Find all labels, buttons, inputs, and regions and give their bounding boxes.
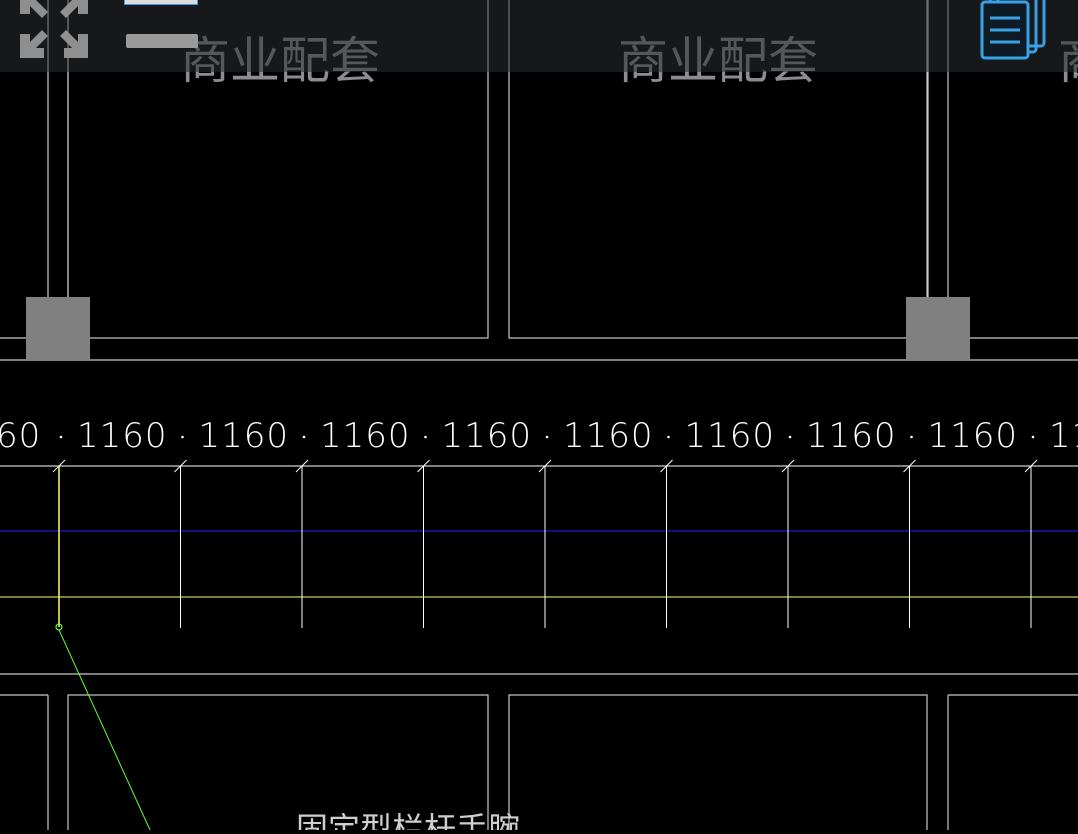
annotation-text: 固定型栏杆手腕 — [296, 810, 520, 830]
dimension-label: 1160 — [442, 416, 533, 456]
minus-icon — [126, 34, 198, 48]
leader-line — [58, 629, 151, 831]
minus-button[interactable] — [126, 34, 198, 48]
dimension-label: 1160 — [928, 416, 1019, 456]
dimension-label: 1160 — [806, 416, 897, 456]
dimension-label: 11 — [1049, 416, 1078, 456]
dimension-dot — [1031, 435, 1035, 439]
dimension-dot — [910, 435, 913, 439]
dimension-dot — [667, 435, 670, 439]
balusters — [180, 466, 1032, 628]
dimension-dot — [788, 435, 792, 439]
column-right — [906, 297, 970, 360]
dimension-label: 1160 — [77, 416, 168, 456]
document-list-icon — [980, 0, 1046, 60]
layers-button[interactable] — [124, 0, 198, 8]
dimension-label: 1160 — [199, 416, 290, 456]
dimension-labels: 60 1160 1160 1160 1160 1160 1160 1160 1160 11 — [0, 416, 1078, 456]
lower-walls — [0, 673, 1078, 834]
dimension-dot — [302, 435, 306, 439]
dimension-dot — [545, 435, 549, 439]
fullscreen-icon — [20, 0, 88, 58]
fullscreen-button[interactable] — [18, 0, 90, 62]
dimension-label: 1160 — [685, 416, 776, 456]
document-list-button[interactable] — [978, 0, 1048, 60]
dimension-dot — [59, 435, 63, 439]
cad-drawing[interactable]: 商业配套 商业配套 商 6011601160116011601160116011… — [0, 0, 1078, 834]
toolbar — [0, 0, 1078, 72]
cad-viewport[interactable]: 商业配套 商业配套 商 6011601160116011601160116011… — [0, 0, 1078, 834]
dimension-dot — [181, 435, 184, 439]
column-left — [26, 297, 90, 360]
dimension-label: 1160 — [563, 416, 654, 456]
dimension-label: 60 — [0, 416, 41, 456]
layers-icon — [124, 0, 198, 5]
dimension-label: 1160 — [320, 416, 411, 456]
dimension-dot — [424, 435, 427, 439]
